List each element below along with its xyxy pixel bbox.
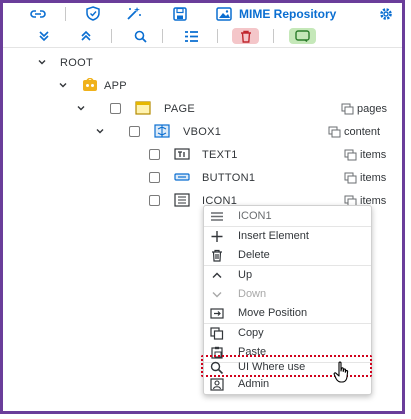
menu-icon [211,212,223,221]
aggregation-icon [328,126,341,138]
collapse-all-icon[interactable] [37,29,51,43]
button-control-icon [174,173,190,181]
magic-wand-icon[interactable] [126,6,142,21]
checkbox-vbox1[interactable] [129,126,140,137]
list-icon[interactable] [183,29,199,43]
toolbar-top: MIME Repository [3,3,402,25]
shield-icon[interactable] [85,6,101,21]
hand-cursor-icon [333,361,349,383]
tree-label-button1: BUTTON1 [202,172,256,184]
vbox-icon [154,124,170,138]
tree-row-text1[interactable]: TEXT1 items [3,144,402,166]
trash-icon [212,249,222,262]
page-icon [135,101,151,115]
app-icon [83,78,97,91]
tree-label-text1: TEXT1 [202,149,238,161]
tree-row-root[interactable]: ROOT [3,52,402,74]
aggregation-icon [344,149,357,161]
menu-item-move-position[interactable]: Move Position [204,304,371,323]
move-icon [210,308,224,319]
checkbox-button1[interactable] [149,172,160,183]
toolbar-separator [111,29,112,43]
mime-repository-button[interactable]: MIME Repository [239,7,336,21]
chevron-up-icon [212,272,222,278]
tree-row-page[interactable]: PAGE pages [3,98,402,120]
tree-label-page: PAGE [164,103,195,115]
menu-item-up[interactable]: Up [204,266,371,285]
text-control-icon [174,148,190,160]
toolbar-separator [162,29,163,43]
toolbar-tree [3,25,402,47]
chevron-down-icon [212,292,222,298]
gear-icon[interactable] [378,6,394,22]
tree-label-app: APP [104,80,127,92]
chevron-down-icon[interactable] [57,79,69,91]
icon-control-icon [174,193,190,207]
menu-item-insert-element[interactable]: Insert Element [204,227,371,246]
save-icon[interactable] [172,6,187,21]
admin-icon [210,378,224,391]
tree-label-root: ROOT [60,57,93,69]
tree-label-vbox1: VBOX1 [183,126,222,138]
toolbar-separator [273,29,274,43]
search-icon[interactable] [133,29,147,43]
checkbox-text1[interactable] [149,149,160,160]
menu-item-copy[interactable]: Copy [204,324,371,343]
activate-green-button[interactable] [289,28,316,44]
link-icon[interactable] [30,7,46,21]
checkbox-icon1[interactable] [149,195,160,206]
aggregation-icon [341,103,354,115]
app-frame: MIME Repository ROOT APP PAGE pages VBOX… [0,0,405,414]
plus-icon [211,231,223,242]
expand-all-icon[interactable] [79,29,93,43]
chevron-down-icon[interactable] [94,125,106,137]
trash-icon [239,29,253,43]
menu-item-down[interactable]: Down [204,285,371,304]
aggregation-icon [344,172,357,184]
tree-row-button1[interactable]: BUTTON1 items [3,167,402,189]
checkbox-page[interactable] [110,103,121,114]
tree-row-vbox1[interactable]: VBOX1 content [3,121,402,143]
delete-red-button[interactable] [232,28,259,44]
menu-item-delete[interactable]: Delete [204,246,371,265]
chevron-down-icon[interactable] [75,102,87,114]
toolbar-separator [217,29,218,43]
context-menu-header: ICON1 [204,207,371,226]
chevron-down-icon[interactable] [36,56,48,68]
toolbar-separator [65,7,66,21]
tree-row-app[interactable]: APP [3,75,402,97]
image-icon[interactable] [216,6,232,21]
message-icon [295,30,310,42]
copy-icon [210,327,224,340]
